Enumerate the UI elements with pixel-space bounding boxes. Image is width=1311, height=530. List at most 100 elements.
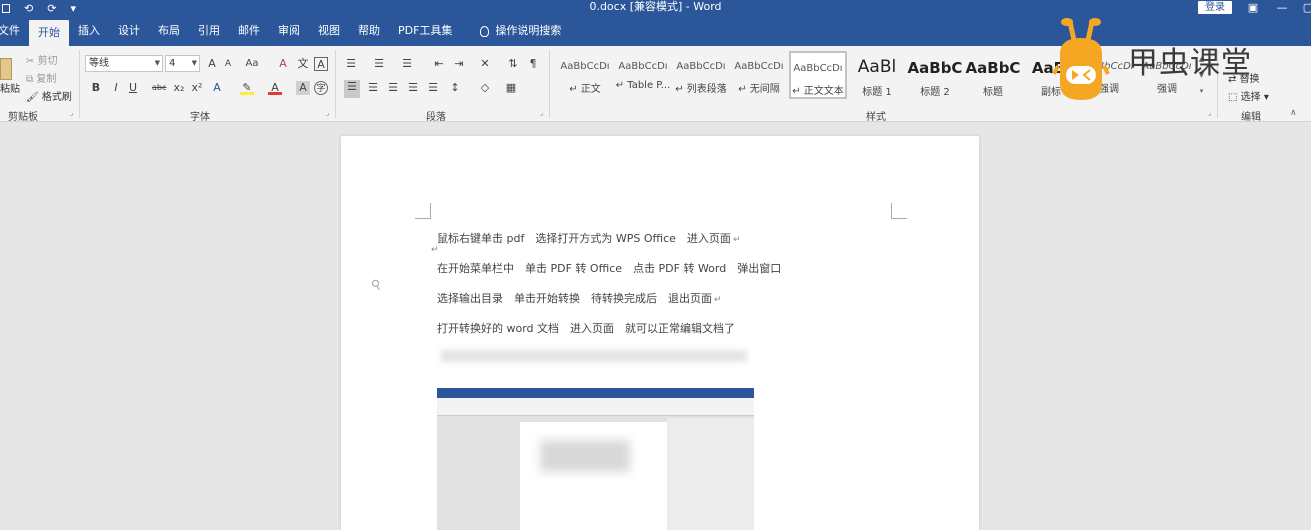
select-label: 选择	[1240, 92, 1261, 103]
editing-group-label: 编辑	[1241, 112, 1261, 123]
subscript-icon[interactable]: x₂	[172, 81, 186, 95]
bold-icon[interactable]: B	[89, 81, 103, 95]
grow-font-icon[interactable]: A	[205, 57, 219, 71]
tab-design[interactable]: 设计	[109, 16, 149, 46]
shrink-font-icon[interactable]: A	[221, 57, 235, 71]
styles-launcher-icon[interactable]: ⌟	[1208, 109, 1211, 117]
cut-label: 剪切	[37, 56, 58, 67]
italic-icon[interactable]: I	[109, 81, 123, 95]
doc-line-1[interactable]: 鼠标右键单击 pdf 选择打开方式为 WPS Office 进入页面 ↵	[437, 230, 740, 246]
style-sample: AaBbCcDı	[734, 61, 784, 72]
style-sample: AaBbCcDı	[618, 61, 668, 72]
style-normal[interactable]: AaBbCcDı ↵ 正文	[556, 51, 614, 99]
tab-mailings[interactable]: 邮件	[229, 16, 269, 46]
thumbnail-blurred-text	[540, 440, 630, 472]
tab-references[interactable]: 引用	[189, 16, 229, 46]
anchor-icon: ⚲	[368, 276, 385, 295]
phonetic-guide-icon[interactable]: 文	[296, 57, 310, 71]
superscript-icon[interactable]: x²	[190, 81, 204, 95]
tab-layout[interactable]: 布局	[149, 16, 189, 46]
borders-icon[interactable]: ▦	[504, 81, 518, 95]
text-effects-icon[interactable]: A	[210, 81, 224, 95]
login-button[interactable]: 登录	[1198, 1, 1232, 14]
font-color-icon[interactable]: A	[268, 81, 282, 95]
numbering-icon[interactable]: ☰	[372, 57, 386, 71]
align-center-icon[interactable]: ☰	[366, 81, 380, 95]
chinese-layout-icon[interactable]: ✕	[478, 57, 492, 71]
character-border-icon[interactable]: A	[314, 57, 328, 71]
minimize-icon[interactable]: —	[1272, 0, 1292, 16]
style-sample: AaBbC	[965, 59, 1021, 77]
select-button[interactable]: ⬚ 选择 ▾	[1228, 88, 1269, 103]
embedded-screenshot[interactable]	[437, 388, 754, 530]
highlight-icon[interactable]: ✎	[240, 81, 254, 95]
tab-home[interactable]: 开始	[29, 20, 69, 46]
style-table-paragraph[interactable]: AaBbCcDı ↵ Table P...	[614, 51, 672, 99]
underline-icon[interactable]: U	[126, 81, 140, 95]
save-icon[interactable]	[2, 3, 10, 13]
show-marks-icon[interactable]: ¶	[526, 57, 540, 71]
font-name-combo[interactable]: 等线 ▼	[85, 55, 163, 72]
multilevel-list-icon[interactable]: ☰	[400, 57, 414, 71]
quick-access-toolbar: ⟲ ⟳ ▾	[0, 0, 76, 16]
style-title[interactable]: AaBbC 标题	[964, 51, 1022, 99]
style-name: ↵ 正文文本	[792, 86, 844, 97]
tab-view[interactable]: 视图	[309, 16, 349, 46]
tell-me-search[interactable]: 操作说明搜索	[471, 16, 570, 46]
thumbnail-page	[520, 422, 667, 530]
style-list-paragraph[interactable]: AaBbCcDı ↵ 列表段落	[672, 51, 730, 99]
ribbon-display-icon[interactable]: ▣	[1243, 0, 1263, 16]
tab-insert[interactable]: 插入	[69, 16, 109, 46]
increase-indent-icon[interactable]: ⇥	[452, 57, 466, 71]
sort-icon[interactable]: ⇅	[506, 57, 520, 71]
tab-pdf-tools[interactable]: PDF工具集	[389, 16, 461, 46]
document-page[interactable]: ⚲ ↵ 鼠标右键单击 pdf 选择打开方式为 WPS Office 进入页面 ↵ …	[341, 136, 979, 530]
format-painter-label: 格式刷	[41, 92, 72, 103]
font-size-combo[interactable]: 4 ▼	[165, 55, 200, 72]
chevron-down-icon: ▼	[191, 59, 197, 67]
style-body-text[interactable]: AaBbCcDı ↵ 正文文本	[789, 51, 847, 99]
strikethrough-icon[interactable]: abc	[152, 81, 166, 95]
character-shading-icon[interactable]: A	[296, 81, 310, 95]
shading-icon[interactable]: ◇	[478, 81, 492, 95]
tab-help[interactable]: 帮助	[349, 16, 389, 46]
maximize-icon[interactable]: ▢	[1298, 0, 1311, 16]
doc-line-4[interactable]: 打开转换好的 word 文档 进入页面 就可以正常编辑文档了	[437, 320, 737, 336]
justify-icon[interactable]: ☰	[406, 81, 420, 95]
undo-icon[interactable]: ⟲	[24, 2, 33, 15]
align-left-icon[interactable]: ☰	[344, 80, 360, 98]
watermark-text: 甲虫课堂	[1128, 46, 1252, 81]
copy-button[interactable]: ⧉ 复制	[26, 70, 56, 85]
collapse-ribbon-icon[interactable]: ∧	[1290, 108, 1297, 118]
align-right-icon[interactable]: ☰	[386, 81, 400, 95]
font-launcher-icon[interactable]: ⌟	[326, 109, 329, 117]
change-case-icon[interactable]: Aa	[245, 57, 259, 71]
enclose-characters-icon[interactable]: 字	[314, 81, 328, 95]
bullets-icon[interactable]: ☰	[344, 57, 358, 71]
divider	[335, 50, 336, 118]
paste-icon[interactable]	[0, 58, 12, 80]
style-heading-1[interactable]: AaBl 标题 1	[848, 51, 906, 99]
redo-icon[interactable]: ⟳	[47, 2, 56, 15]
style-heading-2[interactable]: AaBbC 标题 2	[906, 51, 964, 99]
tell-me-label: 操作说明搜索	[495, 24, 562, 37]
paragraph-launcher-icon[interactable]: ⌟	[540, 109, 543, 117]
format-painter-button[interactable]: 🖌 格式刷	[26, 88, 72, 103]
paste-button[interactable]: 粘贴	[0, 80, 20, 95]
decrease-indent-icon[interactable]: ⇤	[432, 57, 446, 71]
tab-file[interactable]: 文件	[0, 16, 29, 46]
clipboard-launcher-icon[interactable]: ⌟	[70, 109, 73, 117]
line-spacing-icon[interactable]: ↕	[448, 81, 462, 95]
thumbnail-titlebar	[437, 388, 754, 398]
customize-qat-icon[interactable]: ▾	[70, 2, 76, 15]
cut-button[interactable]: ✂ 剪切	[26, 52, 58, 67]
style-name: ↵ 列表段落	[675, 84, 727, 95]
clear-formatting-icon[interactable]: A	[276, 57, 290, 71]
doc-line-3[interactable]: 选择输出目录 单击开始转换 待转换完成后 退出页面 ↵	[437, 290, 722, 306]
distributed-icon[interactable]: ☰	[426, 81, 440, 95]
style-name: 标题	[983, 87, 1003, 98]
tab-review[interactable]: 审阅	[269, 16, 309, 46]
doc-line-2[interactable]: 在开始菜单栏中 单击 PDF 转 Office 点击 PDF 转 Word 弹出…	[437, 260, 783, 276]
style-no-spacing[interactable]: AaBbCcDı ↵ 无间隔	[730, 51, 788, 99]
doc-line-text: 鼠标右键单击 pdf 选择打开方式为 WPS Office 进入页面	[437, 232, 731, 245]
